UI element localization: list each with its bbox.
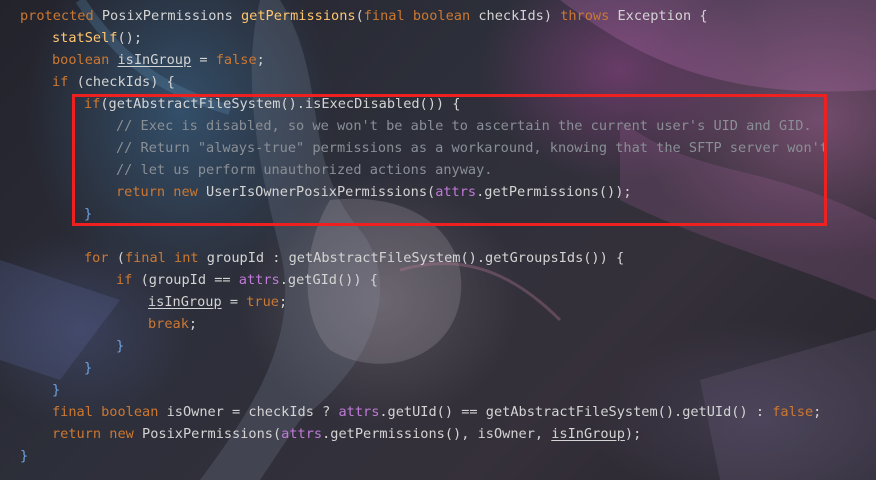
- code-token: }: [52, 382, 61, 398]
- code-token: groupId : getAbstractFileSystem().getGro…: [206, 250, 625, 266]
- code-line[interactable]: statSelf();: [52, 27, 142, 49]
- code-token: ;: [278, 294, 288, 310]
- code-token: .getUId() == getAbstractFileSystem().get…: [379, 404, 773, 420]
- code-line[interactable]: // let us perform unauthorized actions a…: [116, 159, 492, 181]
- code-token: final: [363, 8, 413, 24]
- code-token: ;: [813, 404, 822, 420]
- code-token: .getPermissions(), isOwner,: [322, 426, 552, 442]
- code-line[interactable]: if(getAbstractFileSystem().isExecDisable…: [84, 93, 460, 115]
- code-token: true: [246, 294, 279, 310]
- code-token: (: [116, 250, 125, 266]
- code-token: (: [355, 8, 364, 24]
- code-token: }: [84, 206, 93, 222]
- code-token: Exception {: [617, 8, 708, 24]
- code-token: protected: [20, 8, 102, 24]
- code-token: for: [84, 250, 117, 266]
- code-token: ;: [256, 52, 265, 68]
- code-line[interactable]: }: [52, 379, 60, 401]
- code-token: (groupId ==: [140, 272, 239, 288]
- code-token: // Return "always-true" permissions as a…: [116, 140, 829, 156]
- code-token: boolean: [412, 8, 479, 24]
- code-token: final int: [124, 250, 207, 266]
- code-token: ;: [188, 316, 198, 332]
- code-token: if: [84, 96, 101, 112]
- code-token: attrs: [338, 404, 380, 420]
- code-token: PosixPermissions: [101, 8, 241, 24]
- code-token: }: [84, 360, 93, 376]
- code-token: checkIds): [478, 8, 561, 24]
- code-token: attrs: [238, 272, 280, 288]
- code-token: throws: [560, 8, 618, 24]
- code-token: if: [52, 74, 77, 90]
- code-token: break: [148, 316, 189, 332]
- code-line[interactable]: return new UserIsOwnerPosixPermissions(a…: [116, 181, 632, 203]
- code-line[interactable]: protected PosixPermissions getPermission…: [20, 5, 708, 27]
- code-token: }: [116, 338, 125, 354]
- code-line[interactable]: for (final int groupId : getAbstractFile…: [84, 247, 624, 269]
- code-line[interactable]: if (groupId == attrs.getGId()) {: [116, 269, 378, 291]
- code-token: isInGroup: [148, 294, 222, 310]
- code-token: );: [624, 426, 642, 442]
- code-token: // Exec is disabled, so we won't be able…: [116, 118, 812, 134]
- code-token: getPermissions: [240, 8, 356, 24]
- code-line[interactable]: return new PosixPermissions(attrs.getPer…: [52, 423, 641, 445]
- code-token: =: [191, 52, 216, 68]
- code-token: =: [221, 294, 247, 310]
- code-token: false: [772, 404, 814, 420]
- code-line[interactable]: // Exec is disabled, so we won't be able…: [116, 115, 812, 137]
- code-token: .getGId()) {: [279, 272, 378, 288]
- code-line[interactable]: final boolean isOwner = checkIds ? attrs…: [52, 401, 821, 423]
- code-line[interactable]: }: [116, 335, 124, 357]
- code-token: if: [116, 272, 141, 288]
- code-editor[interactable]: protected PosixPermissions getPermission…: [0, 0, 876, 480]
- code-token: }: [20, 448, 29, 464]
- code-token: attrs: [281, 426, 323, 442]
- code-line[interactable]: isInGroup = true;: [148, 291, 287, 313]
- code-token: (getAbstractFileSystem().isExecDisabled(…: [100, 96, 461, 112]
- code-token: UserIsOwnerPosixPermissions(: [206, 184, 436, 200]
- code-token: attrs: [435, 184, 477, 200]
- code-token: return new: [116, 184, 207, 200]
- code-line[interactable]: }: [84, 357, 92, 379]
- code-line[interactable]: boolean isInGroup = false;: [52, 49, 265, 71]
- code-token: isOwner = checkIds ?: [166, 404, 339, 420]
- code-token: .getPermissions());: [476, 184, 632, 200]
- code-token: (checkIds) {: [76, 74, 175, 90]
- code-token: false: [215, 52, 257, 68]
- code-token: ();: [117, 30, 143, 46]
- code-token: PosixPermissions(: [142, 426, 282, 442]
- code-line[interactable]: }: [20, 445, 28, 467]
- code-line[interactable]: if (checkIds) {: [52, 71, 175, 93]
- code-line[interactable]: }: [84, 203, 92, 225]
- code-token: isInGroup: [551, 426, 625, 442]
- code-token: statSelf: [52, 30, 118, 46]
- code-line[interactable]: // Return "always-true" permissions as a…: [116, 137, 828, 159]
- code-token: isInGroup: [117, 52, 192, 68]
- code-token: final boolean: [52, 404, 167, 420]
- code-token: // let us perform unauthorized actions a…: [116, 162, 493, 178]
- code-token: return new: [52, 426, 143, 442]
- code-token: boolean: [52, 52, 118, 68]
- code-line[interactable]: break;: [148, 313, 197, 335]
